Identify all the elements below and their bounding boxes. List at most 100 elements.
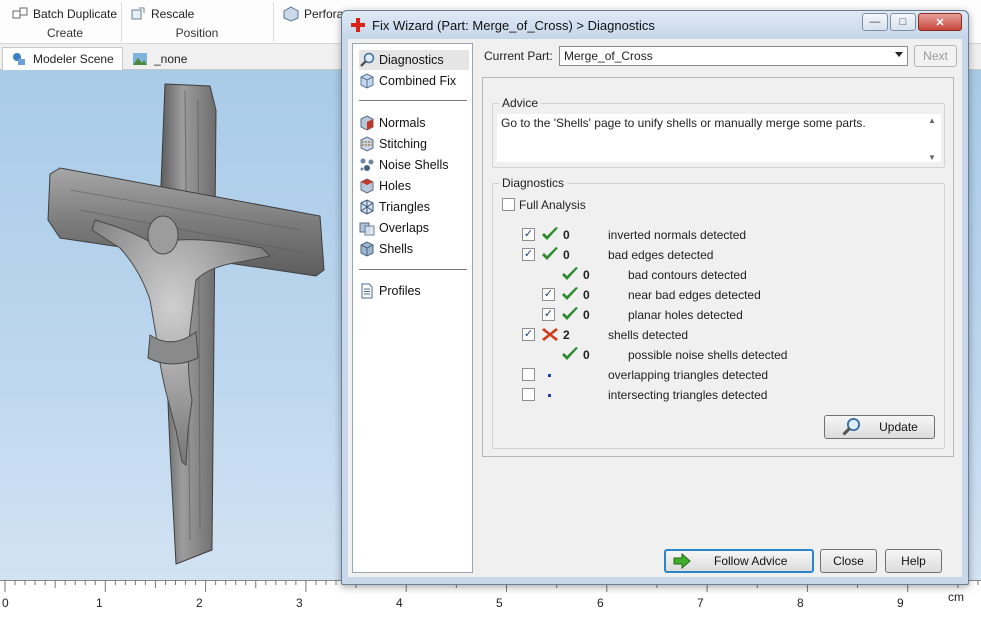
chevron-down-icon bbox=[895, 52, 903, 57]
diagnostics-title: Diagnostics bbox=[499, 176, 568, 190]
diagnostic-label: shells detected bbox=[608, 328, 689, 342]
nav-item-holes[interactable]: Holes bbox=[359, 176, 417, 196]
rescale-button[interactable]: Rescale bbox=[130, 6, 194, 22]
nav-item-combined-fix[interactable]: Combined Fix bbox=[359, 71, 462, 91]
ruler-label: 2 bbox=[196, 596, 203, 610]
scroll-down-icon: ▼ bbox=[928, 153, 936, 162]
minimize-icon: — bbox=[869, 16, 881, 28]
ribbon-group-position: Position bbox=[175, 26, 219, 40]
diagnostic-label: near bad edges detected bbox=[628, 288, 761, 302]
green-check-icon bbox=[542, 227, 558, 240]
tab-modeler-scene-label: Modeler Scene bbox=[33, 52, 114, 66]
nav-item-stitching[interactable]: Stitching bbox=[359, 134, 433, 154]
diagnostic-label: overlapping triangles detected bbox=[608, 368, 769, 382]
diagnostic-checkbox[interactable] bbox=[522, 388, 535, 401]
cube-icon bbox=[360, 73, 374, 89]
diagnostic-label: intersecting triangles detected bbox=[608, 388, 768, 402]
triangles-icon bbox=[360, 199, 374, 215]
current-part-select[interactable]: Merge_of_Cross bbox=[559, 46, 908, 66]
diagnostic-checkbox[interactable]: ✓ bbox=[542, 288, 555, 301]
perforate-label: Perfora bbox=[304, 7, 344, 21]
tab-none-label: _none bbox=[154, 51, 188, 66]
close-window-button[interactable]: ✕ bbox=[918, 13, 962, 31]
follow-advice-label: Follow Advice bbox=[714, 554, 788, 568]
rescale-label: Rescale bbox=[151, 7, 195, 21]
ruler-label: 0 bbox=[2, 596, 9, 610]
diagnostic-label: inverted normals detected bbox=[608, 228, 747, 242]
green-check-icon bbox=[562, 267, 578, 280]
shells-cube-icon bbox=[360, 241, 374, 257]
diagnostic-label: bad edges detected bbox=[608, 248, 714, 262]
green-check-icon bbox=[562, 347, 578, 360]
dialog-title: Fix Wizard (Part: Merge_of_Cross) > Diag… bbox=[372, 17, 655, 33]
ruler-label: 6 bbox=[597, 596, 604, 610]
nav-item-triangles[interactable]: Triangles bbox=[359, 197, 436, 217]
ruler-label: 8 bbox=[797, 596, 804, 610]
help-label: Help bbox=[901, 554, 926, 568]
diagnostic-count: 2 bbox=[563, 328, 570, 342]
diagnostic-checkbox[interactable]: ✓ bbox=[522, 228, 535, 241]
red-x-icon bbox=[542, 328, 558, 341]
red-cross-icon bbox=[351, 18, 365, 32]
fix-wizard-dialog: Fix Wizard (Part: Merge_of_Cross) > Diag… bbox=[341, 10, 969, 585]
holes-cube-icon bbox=[360, 178, 374, 194]
perforate-button[interactable]: Perfora bbox=[283, 6, 343, 22]
advice-textbox[interactable]: Go to the 'Shells' page to unify shells … bbox=[497, 114, 941, 162]
advice-title: Advice bbox=[499, 96, 542, 110]
nav-label: Triangles bbox=[379, 200, 430, 214]
nav-item-overlaps[interactable]: Overlaps bbox=[359, 218, 435, 238]
next-button[interactable]: Next bbox=[914, 45, 957, 67]
ruler-unit: cm bbox=[948, 590, 964, 604]
ruler-label: 1 bbox=[96, 596, 103, 610]
close-icon: ✕ bbox=[935, 16, 945, 29]
update-button[interactable]: Update bbox=[824, 415, 935, 439]
diagnostic-label: bad contours detected bbox=[628, 268, 747, 282]
nav-item-shells[interactable]: Shells bbox=[359, 239, 419, 259]
normals-cube-icon bbox=[360, 115, 374, 131]
batch-duplicate-button[interactable]: Batch Duplicate bbox=[12, 6, 117, 22]
ruler-label: 9 bbox=[897, 596, 904, 610]
tab-modeler-scene[interactable]: Modeler Scene bbox=[2, 47, 123, 70]
green-check-icon bbox=[542, 247, 558, 260]
update-label: Update bbox=[879, 420, 918, 434]
maximize-button[interactable]: □ bbox=[890, 13, 916, 31]
nav-item-noise-shells[interactable]: Noise Shells bbox=[359, 155, 454, 175]
full-analysis-checkbox[interactable] bbox=[502, 198, 515, 211]
follow-advice-button[interactable]: Follow Advice bbox=[664, 549, 814, 573]
help-button[interactable]: Help bbox=[885, 549, 942, 573]
close-button[interactable]: Close bbox=[820, 549, 877, 573]
nav-item-profiles[interactable]: Profiles bbox=[359, 281, 427, 301]
nav-label: Holes bbox=[379, 179, 411, 193]
perforate-icon bbox=[283, 6, 299, 22]
nav-label: Combined Fix bbox=[379, 74, 457, 88]
advice-scrollbar[interactable]: ▲ ▼ bbox=[925, 116, 939, 162]
diagnostic-count: 0 bbox=[583, 288, 590, 302]
nav-item-diagnostics[interactable]: Diagnostics bbox=[359, 50, 469, 70]
maximize-icon: □ bbox=[899, 16, 907, 28]
minimize-button[interactable]: — bbox=[862, 13, 888, 31]
dialog-client: Diagnostics Combined Fix Normals Stitchi… bbox=[348, 39, 962, 577]
diagnostic-checkbox[interactable]: ✓ bbox=[522, 328, 535, 341]
diagnostic-checkbox[interactable] bbox=[522, 368, 535, 381]
advice-text: Go to the 'Shells' page to unify shells … bbox=[501, 116, 866, 130]
tab-none[interactable]: _none bbox=[124, 47, 195, 70]
magnifier-icon bbox=[842, 417, 861, 436]
nav-label: Stitching bbox=[379, 137, 427, 151]
diagnostics-group: Diagnostics Full Analysis ✓ 0 inverted nor… bbox=[492, 176, 945, 449]
diagnostic-checkbox[interactable]: ✓ bbox=[542, 308, 555, 321]
full-analysis-label: Full Analysis bbox=[519, 198, 586, 212]
dialog-titlebar[interactable]: Fix Wizard (Part: Merge_of_Cross) > Diag… bbox=[342, 11, 968, 39]
diagnostic-checkbox[interactable]: ✓ bbox=[522, 248, 535, 261]
ruler-label: 7 bbox=[697, 596, 704, 610]
nav-label: Shells bbox=[379, 242, 414, 256]
magnifier-icon bbox=[360, 52, 375, 67]
landscape-icon bbox=[133, 52, 147, 65]
arrow-right-icon bbox=[673, 553, 691, 569]
nav-label: Diagnostics bbox=[379, 53, 444, 67]
green-check-icon bbox=[562, 287, 578, 300]
ribbon-group-create: Create bbox=[46, 26, 84, 40]
overlaps-icon bbox=[359, 222, 375, 236]
nav-item-normals[interactable]: Normals bbox=[359, 113, 432, 133]
scroll-up-icon: ▲ bbox=[928, 116, 936, 125]
diagnostic-count: 0 bbox=[583, 268, 590, 282]
